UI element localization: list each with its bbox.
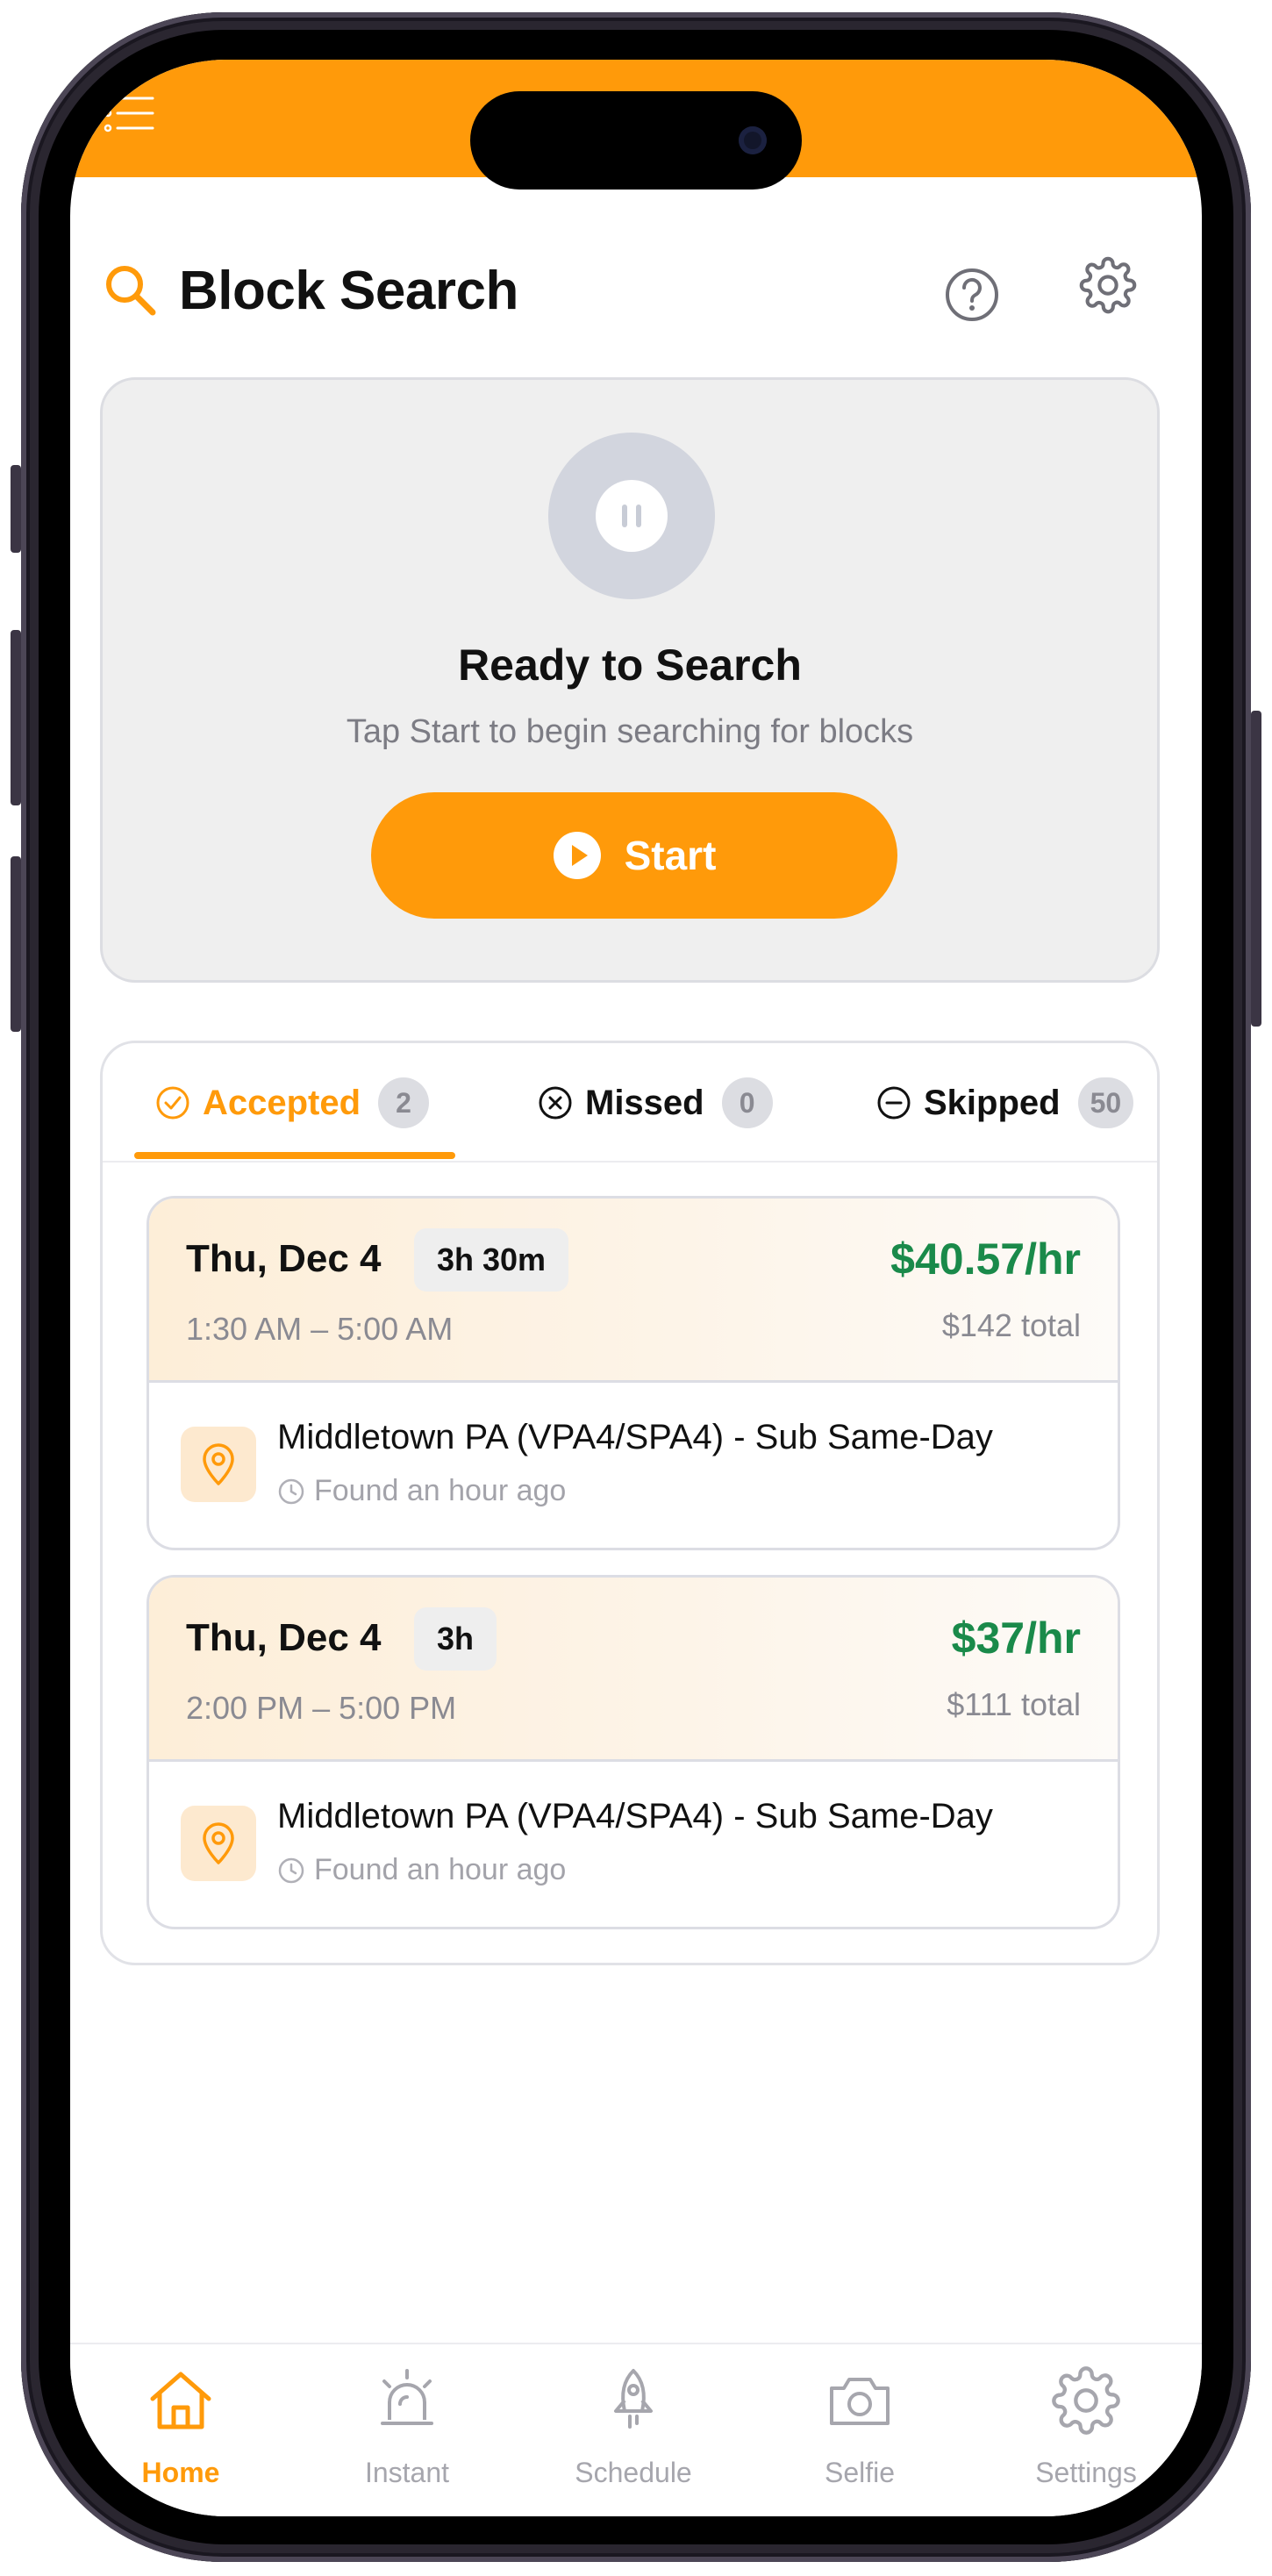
search-status-card: Ready to Search Tap Start to begin searc… bbox=[100, 377, 1160, 983]
hourly-rate: $37/hr bbox=[951, 1614, 1081, 1663]
nav-settings[interactable]: Settings bbox=[1007, 2365, 1165, 2515]
found-time: Found an hour ago bbox=[314, 1474, 567, 1507]
found-time-row: Found an hour ago bbox=[277, 1474, 566, 1508]
app-screen: Block Search Ready to Search Tap Start t… bbox=[70, 60, 1202, 2516]
total-pay: $111 total bbox=[947, 1686, 1081, 1722]
bottom-nav: Home Instant Schedule Selfie Settings bbox=[70, 2343, 1202, 2516]
block-card[interactable]: Thu, Dec 4 3h 2:00 PM – 5:00 PM $37/hr $… bbox=[146, 1575, 1120, 1929]
results-card: Accepted 2 Missed 0 Skipped 50 Thu, Dec … bbox=[100, 1041, 1160, 1965]
tab-skipped[interactable]: Skipped 50 bbox=[876, 1075, 1134, 1131]
nav-label: Instant bbox=[364, 2457, 450, 2488]
location-pin-badge bbox=[181, 1806, 256, 1881]
dynamic-island bbox=[470, 91, 802, 190]
volume-down-button bbox=[11, 856, 21, 1032]
pause-icon bbox=[596, 480, 668, 552]
nav-instant[interactable]: Instant bbox=[328, 2365, 486, 2515]
location-pin-icon bbox=[203, 1443, 234, 1485]
tab-count-badge: 50 bbox=[1077, 1077, 1134, 1128]
block-details: Middletown PA (VPA4/SPA4) - Sub Same-Day… bbox=[149, 1762, 1118, 1927]
nav-label: Selfie bbox=[824, 2457, 896, 2488]
block-header: Thu, Dec 4 3h 2:00 PM – 5:00 PM $37/hr $… bbox=[149, 1578, 1118, 1762]
start-button-label: Start bbox=[624, 833, 717, 878]
siren-icon bbox=[381, 2369, 433, 2425]
camera-lens bbox=[739, 126, 767, 154]
nav-schedule[interactable]: Schedule bbox=[554, 2365, 712, 2515]
search-icon bbox=[106, 266, 156, 316]
pause-status-indicator bbox=[548, 433, 715, 599]
volume-up-button bbox=[11, 630, 21, 805]
nav-label: Home bbox=[141, 2457, 220, 2488]
home-icon bbox=[150, 2372, 211, 2429]
tab-label: Skipped bbox=[924, 1083, 1061, 1122]
rocket-icon bbox=[614, 2369, 653, 2429]
clock-icon bbox=[278, 1857, 304, 1883]
minus-circle-icon bbox=[877, 1086, 911, 1120]
found-time: Found an hour ago bbox=[314, 1853, 567, 1886]
start-button[interactable]: Start bbox=[371, 792, 897, 919]
duration-badge: 3h bbox=[414, 1607, 497, 1671]
block-time-range: 1:30 AM – 5:00 AM bbox=[186, 1311, 454, 1347]
location-name: Middletown PA (VPA4/SPA4) - Sub Same-Day bbox=[277, 1418, 993, 1456]
gear-icon bbox=[1052, 2366, 1120, 2435]
results-tabs: Accepted 2 Missed 0 Skipped 50 bbox=[103, 1043, 1157, 1163]
hourly-rate: $40.57/hr bbox=[890, 1234, 1081, 1284]
camera-icon bbox=[830, 2378, 890, 2425]
tab-accepted[interactable]: Accepted 2 bbox=[155, 1075, 430, 1131]
block-header: Thu, Dec 4 3h 30m 1:30 AM – 5:00 AM $40.… bbox=[149, 1199, 1118, 1383]
nav-label: Settings bbox=[1035, 2457, 1137, 2488]
block-details: Middletown PA (VPA4/SPA4) - Sub Same-Day… bbox=[149, 1383, 1118, 1548]
nav-home[interactable]: Home bbox=[102, 2365, 260, 2515]
check-circle-icon bbox=[156, 1086, 189, 1120]
settings-gear-icon[interactable] bbox=[1079, 256, 1137, 314]
silent-switch bbox=[11, 465, 21, 553]
found-time-row: Found an hour ago bbox=[277, 1853, 566, 1887]
play-circle-icon bbox=[553, 832, 601, 879]
tab-missed[interactable]: Missed 0 bbox=[538, 1075, 773, 1131]
tab-count-badge: 0 bbox=[721, 1077, 773, 1128]
total-pay: $142 total bbox=[941, 1307, 1081, 1343]
header: Block Search bbox=[70, 235, 1202, 340]
block-date: Thu, Dec 4 bbox=[186, 1237, 382, 1280]
x-circle-icon bbox=[539, 1086, 572, 1120]
tab-label: Missed bbox=[585, 1083, 704, 1122]
location-pin-icon bbox=[203, 1822, 234, 1864]
nav-selfie[interactable]: Selfie bbox=[781, 2365, 939, 2515]
active-tab-indicator bbox=[134, 1152, 455, 1159]
status-title: Ready to Search bbox=[458, 640, 802, 690]
page-title: Block Search bbox=[179, 261, 518, 321]
top-bar bbox=[70, 60, 1202, 190]
location-pin-badge bbox=[181, 1427, 256, 1502]
block-date: Thu, Dec 4 bbox=[186, 1616, 382, 1659]
nav-label: Schedule bbox=[575, 2457, 692, 2488]
menu-list-icon[interactable] bbox=[104, 93, 154, 133]
status-subtitle: Tap Start to begin searching for blocks bbox=[346, 713, 914, 750]
tab-label: Accepted bbox=[203, 1083, 361, 1122]
location-name: Middletown PA (VPA4/SPA4) - Sub Same-Day bbox=[277, 1797, 993, 1835]
clock-icon bbox=[278, 1478, 304, 1504]
tab-count-badge: 2 bbox=[378, 1077, 430, 1128]
block-card[interactable]: Thu, Dec 4 3h 30m 1:30 AM – 5:00 AM $40.… bbox=[146, 1196, 1120, 1550]
help-icon[interactable] bbox=[944, 267, 1000, 323]
block-time-range: 2:00 PM – 5:00 PM bbox=[186, 1690, 457, 1726]
duration-badge: 3h 30m bbox=[414, 1228, 569, 1292]
power-button bbox=[1251, 711, 1261, 1027]
